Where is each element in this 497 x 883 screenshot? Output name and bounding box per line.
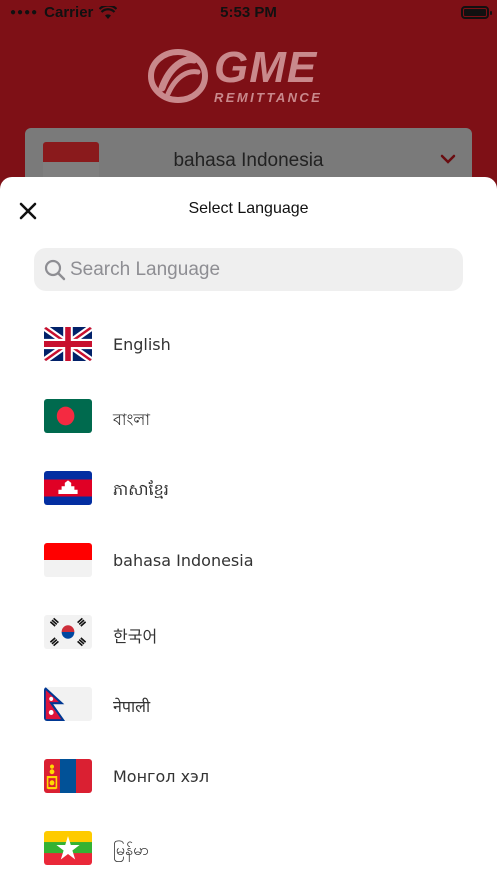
language-label: नेपाली <box>113 697 151 716</box>
gme-logo: GME REMITTANCE <box>148 46 348 106</box>
language-item-myanmar[interactable]: မြန်မာ <box>0 813 497 883</box>
language-item-mongolian[interactable]: Монгол хэл <box>0 741 497 813</box>
gme-logo-mark-icon <box>148 49 208 103</box>
language-label: 한국어 <box>113 627 158 646</box>
language-item-khmer[interactable]: ភាសាខ្មែរ <box>0 453 497 525</box>
language-item-nepali[interactable]: नेपाली <box>0 669 497 741</box>
nepal-flag-icon <box>44 687 92 721</box>
search-box[interactable] <box>34 248 463 291</box>
selected-language-label: bahasa Indonesia <box>173 150 324 171</box>
language-label: မြန်မာ <box>113 840 149 859</box>
language-item-korean[interactable]: 한국어 <box>0 597 497 669</box>
language-sheet: Select Language English বাংলা <box>0 177 497 883</box>
search-input[interactable] <box>70 248 450 291</box>
language-label: bahasa Indonesia <box>113 551 254 570</box>
myanmar-flag-icon <box>44 831 92 865</box>
korea-flag-icon <box>44 615 92 649</box>
mongolia-flag-icon <box>44 759 92 793</box>
battery-icon <box>461 6 492 19</box>
indonesia-flag-icon <box>44 543 92 577</box>
status-bar: ●●●● Carrier 5:53 PM <box>0 0 497 26</box>
chevron-down-icon <box>440 154 456 164</box>
cambodia-flag-icon <box>44 471 92 505</box>
search-icon <box>44 259 66 281</box>
language-label: বাংলা <box>113 410 150 429</box>
status-time: 5:53 PM <box>220 4 277 21</box>
language-label: Монгол хэл <box>113 767 210 786</box>
language-item-english[interactable]: English <box>0 309 497 381</box>
uk-flag-icon <box>44 327 92 361</box>
language-label: English <box>113 335 171 354</box>
logo-main-text: GME <box>214 43 318 92</box>
language-label: ភាសាខ្មែរ <box>113 480 169 499</box>
language-item-indonesia[interactable]: bahasa Indonesia <box>0 525 497 597</box>
sheet-title: Select Language <box>188 200 309 217</box>
language-list: English বাংলা ភាសាខ្មែរ bahasa Indonesia… <box>0 309 497 883</box>
language-item-bangla[interactable]: বাংলা <box>0 381 497 453</box>
logo-sub-text: REMITTANCE <box>214 90 323 105</box>
bangladesh-flag-icon <box>44 399 92 433</box>
